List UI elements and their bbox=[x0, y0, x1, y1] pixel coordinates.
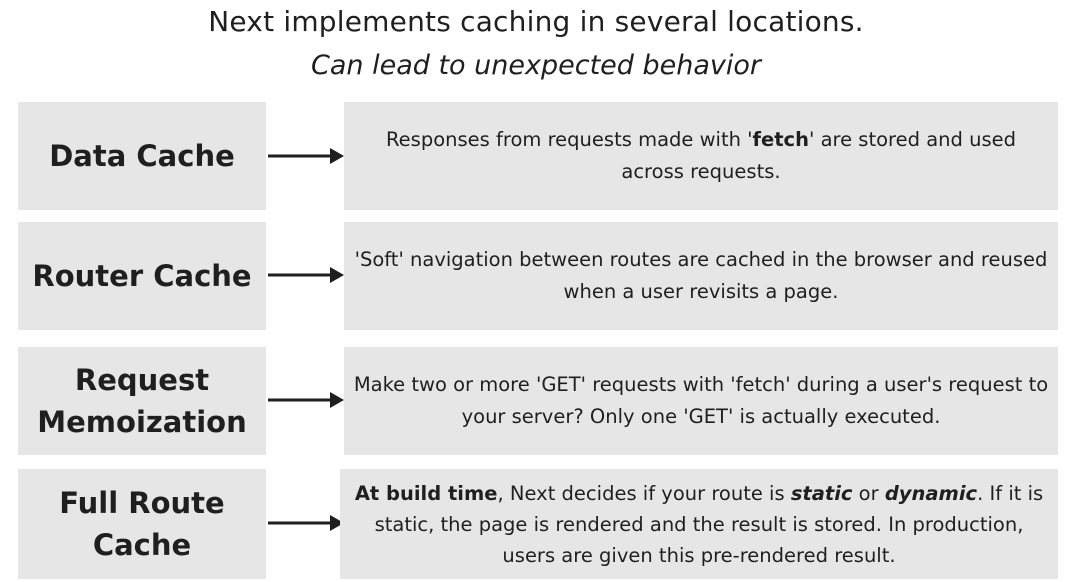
description-text: At build time, Next decides if your rout… bbox=[348, 478, 1050, 571]
label-text: Data Cache bbox=[49, 139, 235, 173]
description-bold: fetch bbox=[752, 128, 810, 151]
diagram-subtitle: Can lead to unexpected behavior bbox=[311, 50, 761, 81]
description-part: , Next decides if your route is bbox=[497, 481, 791, 505]
description-text: 'Soft' navigation between routes are cac… bbox=[354, 248, 1048, 303]
label-text: Request Memoization bbox=[37, 363, 247, 439]
description-full-route-cache: At build time, Next decides if your rout… bbox=[340, 469, 1058, 579]
description-bold: At build time bbox=[354, 481, 498, 505]
label-router-cache: Router Cache bbox=[18, 222, 266, 330]
arrow-right-icon bbox=[268, 392, 344, 408]
label-data-cache: Data Cache bbox=[18, 102, 266, 210]
caching-diagram: Next implements caching in several locat… bbox=[0, 0, 1072, 582]
label-text: Router Cache bbox=[32, 259, 252, 293]
arrow-right-icon bbox=[268, 148, 344, 164]
description-text: Make two or more 'GET' requests with 'fe… bbox=[353, 373, 1049, 428]
description-text: Responses from requests made with 'fetch… bbox=[352, 124, 1050, 188]
description-router-cache: 'Soft' navigation between routes are cac… bbox=[344, 222, 1058, 330]
description-part: Responses from requests made with ' bbox=[386, 128, 753, 151]
description-bold-italic: static bbox=[790, 481, 853, 505]
description-bold-italic: dynamic bbox=[884, 481, 978, 505]
description-data-cache: Responses from requests made with 'fetch… bbox=[344, 102, 1058, 210]
label-text: Full Route Cache bbox=[59, 486, 225, 562]
arrow-right-icon bbox=[268, 267, 344, 283]
description-part: or bbox=[852, 481, 885, 505]
description-request-memoization: Make two or more 'GET' requests with 'fe… bbox=[344, 347, 1058, 455]
diagram-title: Next implements caching in several locat… bbox=[208, 5, 864, 38]
arrow-right-icon bbox=[268, 515, 344, 531]
label-request-memoization: Request Memoization bbox=[18, 347, 266, 455]
label-full-route-cache: Full Route Cache bbox=[18, 469, 266, 579]
